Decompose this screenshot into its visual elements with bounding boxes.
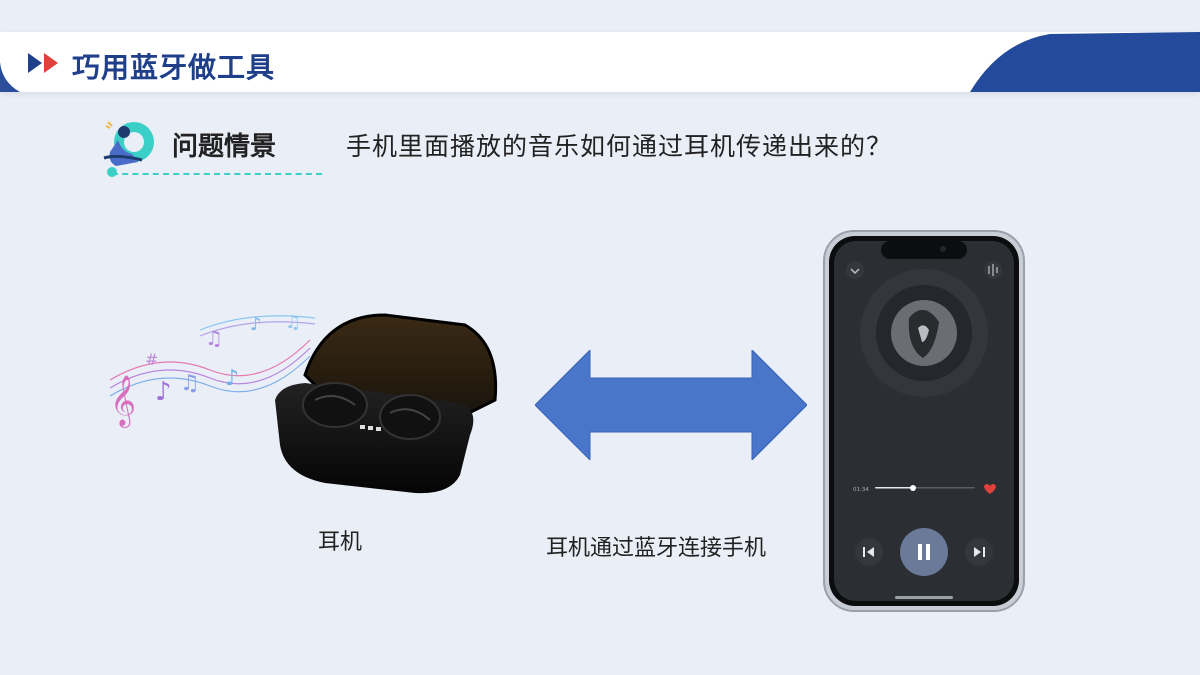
question-label: 问题情景 xyxy=(172,132,277,162)
bidirectional-arrow-icon xyxy=(535,350,807,460)
phone-music-player-image: 01:34 xyxy=(823,230,1025,612)
svg-text:#: # xyxy=(145,350,158,369)
question-text: 手机里面播放的音乐如何通过耳机传递出来的？ xyxy=(346,132,893,161)
earbuds-label: 耳机 xyxy=(318,530,363,555)
earbuds-case-image xyxy=(275,313,498,494)
player-time: 01:34 xyxy=(853,487,869,493)
double-arrow-icon xyxy=(28,53,58,73)
header-accent-shape xyxy=(970,32,1200,92)
page-title: 巧用蓝牙做工具 xyxy=(72,51,276,84)
svg-text:♫: ♫ xyxy=(180,371,200,396)
svg-text:𝄞: 𝄞 xyxy=(110,375,136,428)
svg-text:♪: ♪ xyxy=(250,314,262,335)
svg-text:♪: ♪ xyxy=(225,366,239,391)
svg-text:♪: ♪ xyxy=(155,377,172,407)
connection-label: 耳机通过蓝牙连接手机 xyxy=(546,536,767,561)
dashed-divider xyxy=(112,173,322,175)
svg-text:♫: ♫ xyxy=(205,326,223,350)
question-person-icon xyxy=(103,121,154,177)
